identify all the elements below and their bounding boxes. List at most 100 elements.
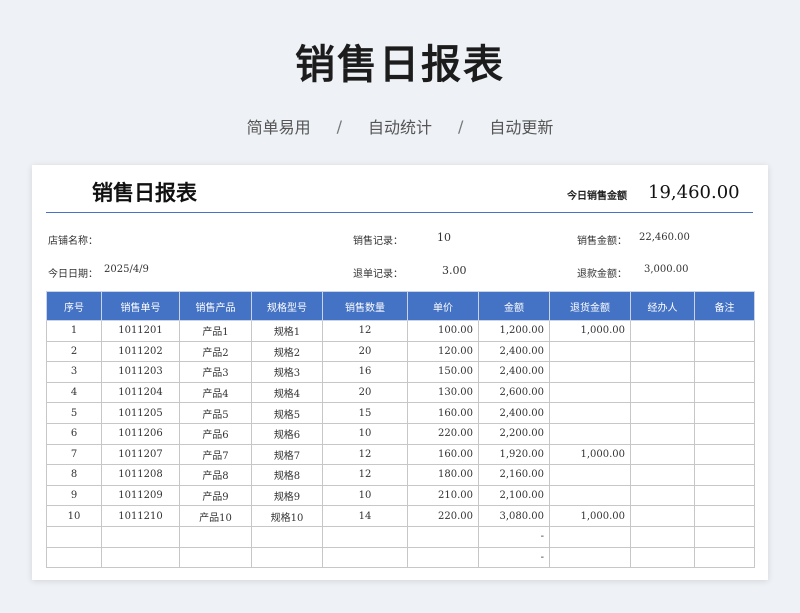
cell-amount[interactable]: - <box>478 546 550 569</box>
cell-remark[interactable] <box>694 505 755 527</box>
cell-handler[interactable] <box>630 422 695 445</box>
cell-spec[interactable]: 规格4 <box>251 381 323 404</box>
cell-remark[interactable] <box>694 361 755 383</box>
cell-remark[interactable] <box>694 340 755 363</box>
cell-handler[interactable] <box>630 505 695 527</box>
column-header[interactable]: 规格型号 <box>251 291 323 321</box>
cell-unit-price[interactable] <box>407 525 479 548</box>
cell-quantity[interactable]: 16 <box>322 361 408 383</box>
cell-return-amount[interactable] <box>549 381 631 404</box>
cell-amount[interactable]: 3,080.00 <box>478 505 550 527</box>
cell-index[interactable] <box>46 546 102 569</box>
cell-order-no[interactable] <box>101 525 180 548</box>
cell-remark[interactable] <box>694 484 755 507</box>
cell-remark[interactable] <box>694 422 755 445</box>
column-header[interactable]: 经办人 <box>630 291 695 321</box>
cell-amount[interactable]: 2,600.00 <box>478 381 550 404</box>
cell-order-no[interactable]: 1011208 <box>101 464 180 486</box>
cell-amount[interactable]: 2,200.00 <box>478 422 550 445</box>
cell-spec[interactable]: 规格1 <box>251 320 323 342</box>
cell-amount[interactable]: 1,920.00 <box>478 443 550 466</box>
cell-amount[interactable]: 2,160.00 <box>478 464 550 486</box>
column-header[interactable]: 销售产品 <box>179 291 252 321</box>
cell-remark[interactable] <box>694 443 755 466</box>
cell-order-no[interactable]: 1011209 <box>101 484 180 507</box>
column-header[interactable]: 序号 <box>46 291 102 321</box>
cell-index[interactable]: 2 <box>46 340 102 363</box>
cell-return-amount[interactable]: 1,000.00 <box>549 443 631 466</box>
cell-handler[interactable] <box>630 525 695 548</box>
cell-unit-price[interactable]: 120.00 <box>407 340 479 363</box>
cell-quantity[interactable]: 10 <box>322 422 408 445</box>
cell-unit-price[interactable]: 220.00 <box>407 422 479 445</box>
cell-product[interactable]: 产品5 <box>179 402 252 424</box>
cell-spec[interactable]: 规格3 <box>251 361 323 383</box>
cell-order-no[interactable]: 1011202 <box>101 340 180 363</box>
cell-handler[interactable] <box>630 464 695 486</box>
cell-spec[interactable] <box>251 525 323 548</box>
cell-return-amount[interactable]: 1,000.00 <box>549 320 631 342</box>
cell-index[interactable]: 5 <box>46 402 102 424</box>
cell-quantity[interactable]: 12 <box>322 320 408 342</box>
cell-return-amount[interactable] <box>549 361 631 383</box>
cell-product[interactable]: 产品10 <box>179 505 252 527</box>
cell-product[interactable] <box>179 546 252 569</box>
cell-index[interactable]: 4 <box>46 381 102 404</box>
cell-unit-price[interactable]: 220.00 <box>407 505 479 527</box>
cell-spec[interactable]: 规格6 <box>251 422 323 445</box>
cell-product[interactable]: 产品3 <box>179 361 252 383</box>
cell-product[interactable]: 产品4 <box>179 381 252 404</box>
cell-spec[interactable]: 规格7 <box>251 443 323 466</box>
cell-handler[interactable] <box>630 402 695 424</box>
column-header[interactable]: 金额 <box>478 291 550 321</box>
cell-order-no[interactable]: 1011205 <box>101 402 180 424</box>
cell-remark[interactable] <box>694 320 755 342</box>
cell-spec[interactable]: 规格5 <box>251 402 323 424</box>
cell-order-no[interactable] <box>101 546 180 569</box>
cell-spec[interactable]: 规格2 <box>251 340 323 363</box>
column-header[interactable]: 销售数量 <box>322 291 408 321</box>
cell-handler[interactable] <box>630 546 695 569</box>
cell-unit-price[interactable]: 100.00 <box>407 320 479 342</box>
cell-return-amount[interactable] <box>549 546 631 569</box>
cell-unit-price[interactable] <box>407 546 479 569</box>
cell-remark[interactable] <box>694 381 755 404</box>
cell-remark[interactable] <box>694 546 755 569</box>
date-value[interactable]: 2025/4/9 <box>104 264 149 275</box>
cell-return-amount[interactable] <box>549 340 631 363</box>
cell-quantity[interactable]: 20 <box>322 381 408 404</box>
cell-handler[interactable] <box>630 381 695 404</box>
column-header[interactable]: 备注 <box>694 291 755 321</box>
column-header[interactable]: 单价 <box>407 291 479 321</box>
cell-unit-price[interactable]: 130.00 <box>407 381 479 404</box>
cell-quantity[interactable]: 12 <box>322 464 408 486</box>
cell-return-amount[interactable] <box>549 402 631 424</box>
cell-index[interactable]: 8 <box>46 464 102 486</box>
cell-unit-price[interactable]: 160.00 <box>407 443 479 466</box>
cell-index[interactable]: 6 <box>46 422 102 445</box>
cell-handler[interactable] <box>630 320 695 342</box>
cell-amount[interactable]: 2,400.00 <box>478 402 550 424</box>
cell-order-no[interactable]: 1011210 <box>101 505 180 527</box>
cell-return-amount[interactable] <box>549 422 631 445</box>
cell-index[interactable]: 9 <box>46 484 102 507</box>
cell-unit-price[interactable]: 150.00 <box>407 361 479 383</box>
cell-index[interactable]: 10 <box>46 505 102 527</box>
cell-remark[interactable] <box>694 464 755 486</box>
cell-handler[interactable] <box>630 340 695 363</box>
cell-return-amount[interactable] <box>549 464 631 486</box>
cell-product[interactable]: 产品8 <box>179 464 252 486</box>
cell-order-no[interactable]: 1011203 <box>101 361 180 383</box>
cell-remark[interactable] <box>694 402 755 424</box>
cell-order-no[interactable]: 1011206 <box>101 422 180 445</box>
cell-index[interactable]: 1 <box>46 320 102 342</box>
cell-quantity[interactable] <box>322 525 408 548</box>
cell-quantity[interactable]: 15 <box>322 402 408 424</box>
cell-quantity[interactable]: 10 <box>322 484 408 507</box>
column-header[interactable]: 退货金额 <box>549 291 631 321</box>
cell-unit-price[interactable]: 210.00 <box>407 484 479 507</box>
cell-order-no[interactable]: 1011207 <box>101 443 180 466</box>
cell-return-amount[interactable]: 1,000.00 <box>549 505 631 527</box>
cell-product[interactable]: 产品6 <box>179 422 252 445</box>
cell-handler[interactable] <box>630 443 695 466</box>
